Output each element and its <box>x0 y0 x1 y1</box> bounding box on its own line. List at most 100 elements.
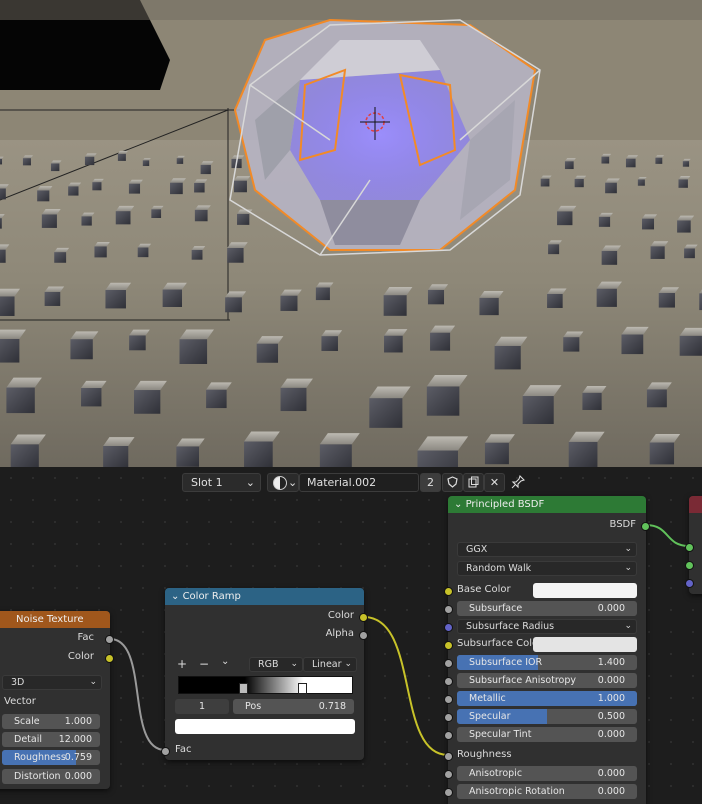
field-value: 0.000 <box>597 768 625 779</box>
cube <box>176 158 184 164</box>
specular-socket[interactable] <box>444 713 453 722</box>
cube <box>176 446 200 467</box>
field-label: Anisotropic Rotation <box>469 786 565 797</box>
anisotropic-rotation-socket[interactable] <box>444 788 453 797</box>
stop-color-swatch[interactable] <box>175 719 355 734</box>
volume-input-socket[interactable] <box>685 561 694 570</box>
cube-top <box>426 375 468 387</box>
color-ramp-gradient[interactable] <box>178 676 353 694</box>
cube <box>568 441 598 467</box>
distribution-value: GGX <box>466 544 488 555</box>
cube-top <box>54 247 70 253</box>
subsurface-method-dropdown[interactable]: Random Walk ⌄ <box>457 561 637 576</box>
displacement-input-socket[interactable] <box>685 579 694 588</box>
node-header[interactable] <box>689 496 702 513</box>
subsurface-radius-label: Subsurface Radius <box>466 621 555 632</box>
stop-index-field[interactable]: 1 <box>175 699 229 714</box>
roughness-socket[interactable] <box>444 752 453 761</box>
fac-input-socket[interactable] <box>161 747 170 756</box>
cube <box>129 335 146 351</box>
chevron-down-icon: ⌄ <box>624 621 632 631</box>
base-color-label: Base Color <box>457 584 511 595</box>
cube <box>233 180 247 193</box>
cube-top <box>596 281 622 289</box>
cube-top <box>637 176 647 180</box>
3d-viewport[interactable] <box>0 0 702 467</box>
cube-top <box>206 382 232 390</box>
add-stop-button[interactable]: + <box>177 657 187 671</box>
subsurface-ior-slider[interactable]: Subsurface IOR 1.400 <box>457 655 637 670</box>
position-field[interactable]: Pos 0.718 <box>233 699 354 714</box>
subsurface-field[interactable]: Subsurface 0.000 <box>457 601 637 616</box>
cube <box>50 163 60 172</box>
cube <box>383 295 407 316</box>
cube-top <box>430 325 456 333</box>
crystal-object[interactable] <box>229 18 541 256</box>
ramp-stop-white-icon[interactable] <box>298 683 307 694</box>
node-header[interactable]: ⌄ Color Ramp <box>165 588 364 605</box>
anisotropic-socket[interactable] <box>444 770 453 779</box>
distortion-field[interactable]: Distortion 0.000 <box>2 769 100 784</box>
cube <box>682 161 690 167</box>
collapse-chevron-icon: ⌄ <box>171 591 183 602</box>
material-output-node[interactable] <box>685 496 702 594</box>
cube <box>237 213 250 225</box>
distribution-dropdown[interactable]: GGX ⌄ <box>457 542 637 557</box>
subsurface-socket[interactable] <box>444 605 453 614</box>
alpha-output-socket[interactable] <box>359 631 368 640</box>
cube <box>70 339 93 360</box>
scale-field[interactable]: Scale 1.000 <box>2 714 100 729</box>
cube-top <box>162 282 187 290</box>
cube-top <box>137 243 152 248</box>
cube-top <box>0 214 5 219</box>
subsurface-anisotropy-socket[interactable] <box>444 677 453 686</box>
principled-bsdf-node[interactable]: ⌄ Principled BSDF BSDF GGX ⌄ Random Walk ⌄… <box>444 496 650 804</box>
color-ramp-node[interactable]: ⌄ Color Ramp Color Alpha + − ⌄ RGB ⌄ Line… <box>161 588 368 760</box>
node-header[interactable]: Noise Texture <box>0 611 110 628</box>
subsurface-anisotropy-field[interactable]: Subsurface Anisotropy 0.000 <box>457 673 637 688</box>
cube <box>0 338 20 363</box>
cube-top <box>642 214 658 219</box>
specular-slider[interactable]: Specular 0.500 <box>457 709 637 724</box>
anisotropic-rotation-field[interactable]: Anisotropic Rotation 0.000 <box>457 784 637 799</box>
detail-field[interactable]: Detail 12.000 <box>2 732 100 747</box>
ramp-menu-chevron-icon[interactable]: ⌄ <box>221 656 229 667</box>
cube-top <box>427 284 449 290</box>
subsurface-radius-dropdown[interactable]: Subsurface Radius ⌄ <box>457 619 637 634</box>
color-mode-dropdown[interactable]: RGB ⌄ <box>249 657 303 672</box>
bsdf-output-socket[interactable] <box>641 522 650 531</box>
subsurface-ior-socket[interactable] <box>444 659 453 668</box>
metallic-slider[interactable]: Metallic 1.000 <box>457 691 637 706</box>
cube <box>151 209 162 218</box>
cube-top <box>0 156 4 159</box>
cube-top <box>315 282 334 288</box>
base-color-swatch[interactable] <box>533 583 637 598</box>
field-label: Subsurface <box>469 603 523 614</box>
color-output-socket[interactable] <box>359 613 368 622</box>
noise-texture-node[interactable]: Noise Texture Fac Color 3D ⌄ Vector Scale… <box>0 611 114 789</box>
metallic-socket[interactable] <box>444 695 453 704</box>
surface-input-socket[interactable] <box>685 543 694 552</box>
ramp-stop-black-icon[interactable] <box>239 683 248 694</box>
subsurface-radius-socket[interactable] <box>444 623 453 632</box>
base-color-socket[interactable] <box>444 587 453 596</box>
color-output-socket[interactable] <box>105 654 114 663</box>
dimensions-dropdown[interactable]: 3D ⌄ <box>2 675 102 690</box>
remove-stop-button[interactable]: − <box>199 657 209 671</box>
cube <box>684 248 695 259</box>
field-label: Roughness <box>14 752 66 763</box>
anisotropic-field[interactable]: Anisotropic 0.000 <box>457 766 637 781</box>
cube-top <box>384 329 408 336</box>
field-value: 1.400 <box>597 657 625 668</box>
roughness-slider[interactable]: Roughness 0.759 <box>2 750 100 765</box>
interpolation-dropdown[interactable]: Linear ⌄ <box>303 657 357 672</box>
shader-node-editor[interactable]: Slot 1 ⌄ ⌄ Material.002 2 ✕ Noise Textur… <box>0 467 702 804</box>
subsurface-color-socket[interactable] <box>444 641 453 650</box>
field-value: 0.000 <box>64 771 92 782</box>
specular-tint-socket[interactable] <box>444 731 453 740</box>
cube-top <box>142 158 151 161</box>
node-header[interactable]: ⌄ Principled BSDF <box>448 496 646 513</box>
fac-output-socket[interactable] <box>105 635 114 644</box>
specular-tint-field[interactable]: Specular Tint 0.000 <box>457 727 637 742</box>
subsurface-color-swatch[interactable] <box>533 637 637 652</box>
